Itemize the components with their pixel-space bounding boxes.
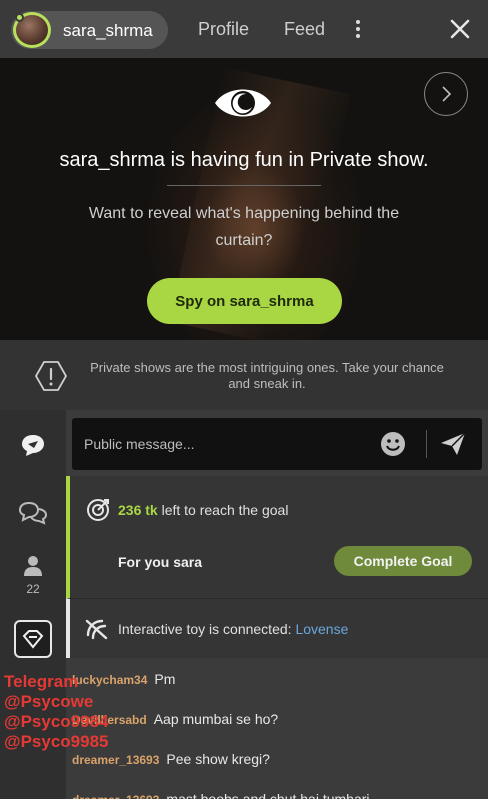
chat-text: Pm [154,671,176,687]
online-status-dot [15,13,24,22]
toy-status-panel: Interactive toy is connected: Lovense [66,598,488,658]
goal-status: 236 tk left to reach the goal [118,502,288,518]
chat-panel: 236 tk left to reach the goal For you sa… [66,410,488,799]
model-username: sara_shrma [63,21,153,40]
chat-text: mast boobs and chut hai tumhari [166,791,370,799]
emoji-icon[interactable] [380,431,406,457]
close-icon [450,19,470,39]
chat-username[interactable]: dreamer_13693 [72,793,159,799]
chat-text: Pee show kregi? [166,751,270,767]
chat-text: Aap mumbai se ho? [153,711,279,727]
hero-title: sara_shrma is having fun in Private show… [59,149,429,171]
spy-button[interactable]: Spy on sara_shrma [147,278,342,324]
tab-feed[interactable]: Feed [284,19,325,40]
telegram-watermark: Telegram @Psycowe @Psyco9984 @Psyco9985 [4,672,124,752]
send-icon[interactable] [440,432,466,456]
target-icon [87,499,109,521]
public-message-composer [72,418,482,470]
chat-username[interactable]: dreamer_13693 [72,753,159,767]
private-show-notice: Private shows are the most intriguing on… [0,340,488,410]
chat-message: dreamer_13693 mast boobs and chut hai tum… [72,791,370,799]
toy-tab[interactable] [14,620,52,658]
model-profile-pill[interactable]: sara_shrma [11,11,168,49]
viewers-tab[interactable] [0,552,66,580]
chat-message: dreamer_13693 Pee show kregi? [72,751,270,767]
goal-status-text: left to reach the goal [161,502,289,518]
watermark-line: @Psyco9984 [4,712,109,731]
close-button[interactable] [432,0,488,58]
notice-text: Private shows are the most intriguing on… [90,360,444,391]
chat-messages: luckycham34 Pm Devilliersabd Aap mumbai se… [66,662,488,799]
lovense-link[interactable]: Lovense [295,621,348,637]
viewer-count: 22 [26,582,40,596]
public-message-input[interactable] [84,418,364,470]
more-options-icon[interactable] [351,18,365,44]
chats-icon [18,501,48,525]
private-show-hero: sara_shrma is having fun in Private show… [0,58,488,340]
divider [426,430,427,458]
eye-icon [215,89,271,117]
chevron-right-icon [442,86,452,102]
top-bar: sara_shrma Profile Feed [0,0,488,58]
tip-goal-panel: 236 tk left to reach the goal For you sa… [66,476,488,598]
users-icon [24,556,42,576]
warning-icon [34,361,68,391]
divider [167,185,321,186]
complete-goal-button[interactable]: Complete Goal [334,546,472,576]
toy-connected-icon [85,619,108,640]
toy-status-label: Interactive toy is connected: [118,621,292,637]
hero-subtitle: Want to reveal what's happening behind t… [88,205,400,249]
private-chats-tab[interactable] [0,496,66,530]
app-root: sara_shrma Profile Feed sara_shrma is ha… [0,0,488,799]
watermark-line: @Psycowe [4,692,94,711]
public-chat-tab[interactable] [0,428,66,462]
chat-bubble-icon [22,435,44,456]
goal-description: For you sara [118,554,203,570]
tab-profile[interactable]: Profile [198,19,249,40]
goal-remaining-amount: 236 tk [118,502,158,518]
watermark-line: Telegram [4,672,79,691]
next-model-button[interactable] [424,72,468,116]
toy-status-text: Interactive toy is connected: Lovense [118,621,348,637]
toy-icon [22,630,44,649]
watermark-line: @Psyco9985 [4,732,109,751]
